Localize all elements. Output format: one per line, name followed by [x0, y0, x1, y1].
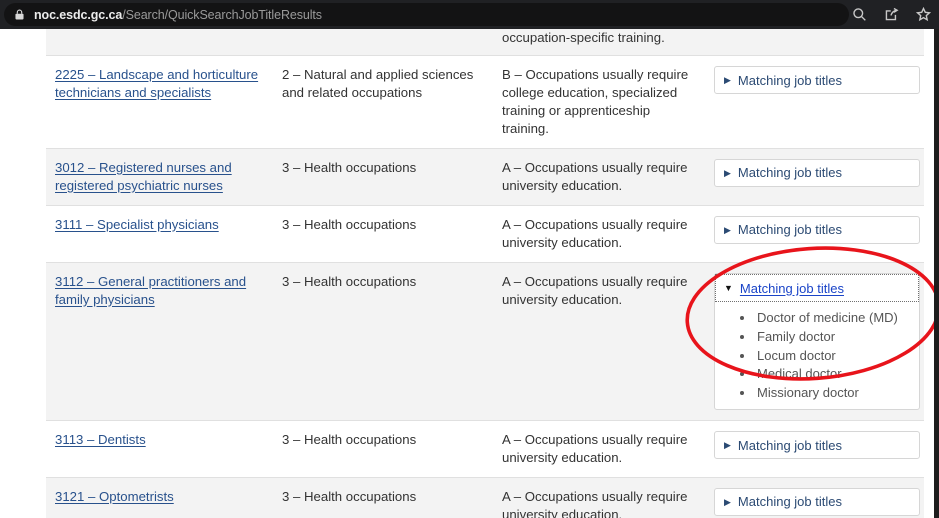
cell-category: 3 – Health occupations [273, 148, 493, 206]
cell-matching: ▼ Matching job titles Doctor of medicine… [705, 262, 924, 421]
cell-education: A – Occupations usually require universi… [493, 420, 705, 478]
cell-code-title [46, 29, 273, 56]
chevron-down-icon: ▼ [724, 282, 733, 293]
share-icon[interactable] [884, 7, 899, 22]
cell-category: 2 – Natural and applied sciences and rel… [273, 55, 493, 149]
cell-education: occupation-specific training. [493, 29, 705, 56]
cell-code-title: 3113 – Dentists [46, 420, 273, 478]
matching-job-titles-header-expanded[interactable]: ▼ Matching job titles [715, 273, 919, 303]
cell-education: A – Occupations usually require universi… [493, 477, 705, 518]
table-row: 3113 – Dentists 3 – Health occupations A… [46, 420, 924, 478]
browser-toolbar-actions [852, 0, 931, 29]
cell-education: A – Occupations usually require universi… [493, 205, 705, 263]
cell-code-title: 3012 – Registered nurses and registered … [46, 148, 273, 206]
list-item: Missionary doctor [755, 384, 919, 403]
results-content: occupation-specific training. 2225 – Lan… [46, 29, 924, 518]
matching-job-titles-toggle[interactable]: ▶ Matching job titles [714, 65, 920, 95]
matching-job-titles-label[interactable]: Matching job titles [740, 280, 844, 298]
cell-category: 3 – Health occupations [273, 205, 493, 263]
noc-code-link[interactable]: 3121 – Optometrists [55, 489, 174, 504]
table-row-expanded: 3112 – General practitioners and family … [46, 262, 924, 421]
matching-job-titles-list: Doctor of medicine (MD) Family doctor Lo… [715, 309, 919, 403]
noc-code-link[interactable]: 3113 – Dentists [55, 432, 146, 447]
matching-job-titles-label: Matching job titles [737, 165, 842, 181]
job-title-results-table: occupation-specific training. 2225 – Lan… [46, 29, 924, 518]
table-row: 2225 – Landscape and horticulture techni… [46, 55, 924, 149]
matching-job-titles-label: Matching job titles [737, 222, 842, 238]
cell-education: A – Occupations usually require universi… [493, 262, 705, 421]
cell-category: 3 – Health occupations [273, 420, 493, 478]
address-bar-text: noc.esdc.gc.ca/Search/QuickSearchJobTitl… [34, 8, 322, 22]
cell-matching: ▶ Matching job titles [705, 477, 924, 518]
matching-job-titles-header[interactable]: ▶ Matching job titles [715, 66, 850, 95]
cell-matching: ▶ Matching job titles [705, 148, 924, 206]
page-viewport: occupation-specific training. 2225 – Lan… [0, 29, 939, 518]
matching-job-titles-label: Matching job titles [737, 437, 842, 453]
cell-matching: ▶ Matching job titles [705, 420, 924, 478]
matching-job-titles-toggle[interactable]: ▶ Matching job titles [714, 158, 920, 187]
search-icon[interactable] [852, 7, 867, 22]
cell-education: A – Occupations usually require universi… [493, 148, 705, 206]
browser-chrome: noc.esdc.gc.ca/Search/QuickSearchJobTitl… [0, 0, 939, 29]
matching-job-titles-label: Matching job titles [737, 494, 842, 510]
list-item: Family doctor [755, 328, 919, 347]
noc-code-link[interactable]: 3012 – Registered nurses and registered … [55, 160, 232, 193]
table-row: 3111 – Specialist physicians 3 – Health … [46, 205, 924, 263]
cell-category: 3 – Health occupations [273, 477, 493, 518]
matching-job-titles-header[interactable]: ▶ Matching job titles [715, 431, 850, 460]
lock-icon [15, 9, 24, 20]
matching-job-titles-panel[interactable]: ▼ Matching job titles Doctor of medicine… [714, 272, 920, 410]
bookmark-star-icon[interactable] [916, 7, 931, 22]
matching-job-titles-toggle[interactable]: ▶ Matching job titles [714, 487, 920, 516]
matching-job-titles-header[interactable]: ▶ Matching job titles [715, 215, 850, 244]
chevron-right-icon: ▶ [724, 224, 731, 235]
chevron-right-icon: ▶ [724, 496, 731, 507]
cell-code-title: 3121 – Optometrists [46, 477, 273, 518]
results-table-body: occupation-specific training. 2225 – Lan… [46, 29, 924, 518]
noc-code-link[interactable]: 3111 – Specialist physicians [55, 217, 219, 232]
cell-category [273, 29, 493, 56]
chevron-right-icon: ▶ [724, 167, 731, 178]
cell-code-title: 3111 – Specialist physicians [46, 205, 273, 263]
cell-education: B – Occupations usually require college … [493, 55, 705, 149]
matching-job-titles-header[interactable]: ▶ Matching job titles [715, 487, 850, 516]
cell-matching: ▶ Matching job titles [705, 55, 924, 149]
noc-code-link[interactable]: 3112 – General practitioners and family … [55, 274, 246, 307]
list-item: Medical doctor [755, 365, 919, 384]
list-item: Locum doctor [755, 347, 919, 366]
cell-matching: ▶ Matching job titles [705, 205, 924, 263]
table-row: 3121 – Optometrists 3 – Health occupatio… [46, 477, 924, 518]
matching-job-titles-toggle[interactable]: ▶ Matching job titles [714, 215, 920, 244]
cell-code-title: 2225 – Landscape and horticulture techni… [46, 55, 273, 149]
noc-code-link[interactable]: 2225 – Landscape and horticulture techni… [55, 67, 258, 100]
matching-job-titles-label: Matching job titles [737, 72, 842, 88]
chevron-right-icon: ▶ [724, 74, 731, 85]
list-item: Doctor of medicine (MD) [755, 309, 919, 328]
window-right-edge [934, 29, 939, 518]
cell-category: 3 – Health occupations [273, 262, 493, 421]
cell-code-title: 3112 – General practitioners and family … [46, 262, 273, 421]
table-row-partial: occupation-specific training. [46, 29, 924, 56]
url-path: /Search/QuickSearchJobTitleResults [122, 7, 322, 22]
cell-matching [705, 29, 924, 56]
matching-job-titles-toggle[interactable]: ▶ Matching job titles [714, 430, 920, 460]
matching-job-titles-header[interactable]: ▶ Matching job titles [715, 158, 850, 187]
table-row: 3012 – Registered nurses and registered … [46, 148, 924, 206]
chevron-right-icon: ▶ [724, 439, 731, 450]
address-bar[interactable]: noc.esdc.gc.ca/Search/QuickSearchJobTitl… [4, 3, 849, 26]
url-domain: noc.esdc.gc.ca [34, 7, 123, 22]
